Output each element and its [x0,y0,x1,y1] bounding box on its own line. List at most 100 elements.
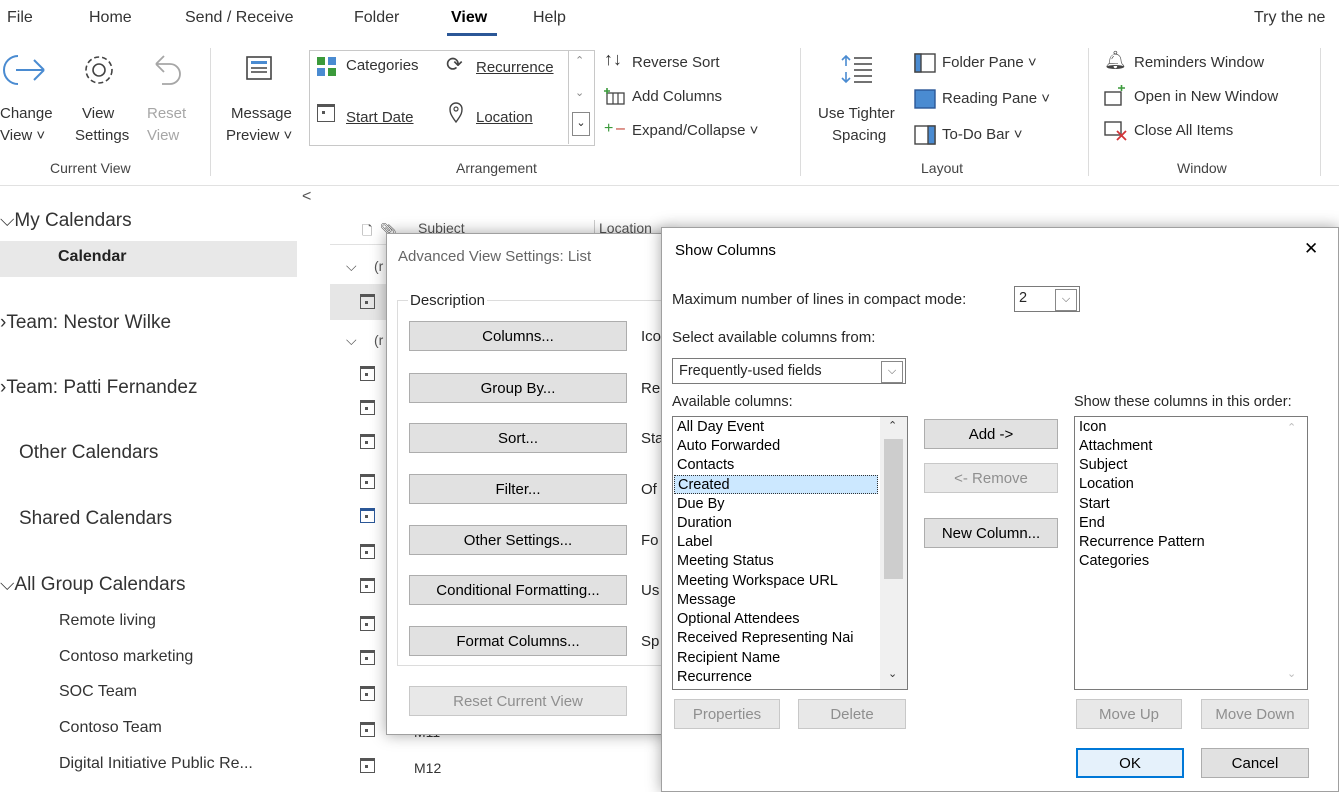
calendar-item-selected[interactable]: Calendar [0,241,297,277]
reset-current-view-button[interactable]: Reset Current View [409,686,627,716]
gallery-up-icon[interactable]: ⌃ [575,54,584,67]
group-calendar-item[interactable]: Contoso Team [59,719,162,737]
try-new-outlook-toggle[interactable]: Try the ne [1254,9,1325,27]
list-item[interactable]: Icon [1079,418,1106,437]
new-column-button[interactable]: New Column... [924,518,1058,548]
add-column-button[interactable]: Add -> [924,419,1058,449]
cancel-button[interactable]: Cancel [1201,748,1309,778]
view-settings-button[interactable]: View Settings [70,40,136,152]
group-calendar-item[interactable]: SOC Team [59,683,137,701]
calendar-item-icon [360,434,375,449]
available-scrollbar[interactable]: ⌃ ⌄ [880,417,907,689]
tighter-spacing-label: Use Tighter [818,105,895,122]
message-preview-label-2: Preview ˅ [226,127,293,144]
select-from-dropdown[interactable]: Frequently-used fields ⌵ [672,358,906,384]
my-calendars-label: My Calendars [14,210,132,231]
expand-collapse-label: Expand/Collapse ˅ [632,122,759,139]
show-columns-title: Show Columns [675,242,776,259]
available-columns-list[interactable]: All Day Event Auto Forwarded Contacts Cr… [672,416,908,690]
chevron-down-icon: ⌵ [0,574,15,595]
shared-calendars-header[interactable]: Shared Calendars [19,508,172,530]
group-calendar-item[interactable]: Contoso marketing [59,648,193,666]
max-lines-label: Maximum number of lines in compact mode: [672,291,967,308]
reading-pane-label: Reading Pane ˅ [942,90,1051,107]
scrollbar-thumb[interactable] [884,439,903,579]
list-item[interactable]: Due By [677,495,725,514]
menu-view[interactable]: View [451,9,487,27]
group-chevron-icon[interactable]: ⌵ [346,258,357,275]
list-item[interactable]: Meeting Status [677,552,774,571]
scroll-down-icon[interactable]: ⌄ [888,667,897,680]
list-item[interactable]: Optional Attendees [677,610,800,629]
menu-home[interactable]: Home [89,9,132,27]
all-group-calendars-header[interactable]: ⌵All Group Calendars [0,574,186,596]
menu-help[interactable]: Help [533,9,566,27]
layout-group-label: Layout [921,160,964,176]
list-item[interactable]: Message [677,591,736,610]
group-calendar-item[interactable]: Digital Initiative Public Re... [59,755,253,773]
list-item[interactable]: Label [677,533,712,552]
list-item-subject[interactable]: M12 [414,760,441,776]
reset-view-button[interactable]: Reset View [138,40,198,152]
list-item[interactable]: Duration [677,514,732,533]
properties-button[interactable]: Properties [674,699,780,729]
list-item[interactable]: Contacts [677,456,734,475]
max-lines-select[interactable]: 2 ⌵ [1014,286,1080,312]
gallery-more-icon[interactable]: ⌄ [572,112,590,136]
menu-file[interactable]: File [7,9,33,27]
list-item[interactable]: Attachment [1079,437,1152,456]
other-calendars-header[interactable]: Other Calendars [19,442,158,464]
team-patti-header[interactable]: ›Team: Patti Fernandez [0,377,197,399]
team-nestor-header[interactable]: ›Team: Nestor Wilke [0,312,171,334]
column-order-label: Show these columns in this order: [1074,394,1292,410]
list-item[interactable]: Categories [1079,552,1149,571]
tighter-spacing-button[interactable]: Use Tighter Spacing [812,40,908,152]
list-item[interactable]: Meeting Workspace URL [677,572,838,591]
columns-button[interactable]: Columns... [409,321,627,351]
close-icon[interactable]: ✕ [1304,239,1318,259]
delete-button[interactable]: Delete [798,699,906,729]
select-from-label: Select available columns from: [672,329,876,346]
remove-column-button[interactable]: <- Remove [924,463,1058,493]
group-chevron-icon[interactable]: ⌵ [346,332,357,349]
ok-button[interactable]: OK [1076,748,1184,778]
conditional-formatting-button[interactable]: Conditional Formatting... [409,575,627,605]
select-from-value: Frequently-used fields [679,363,822,379]
column-order-list[interactable]: Icon Attachment Subject Location Start E… [1074,416,1308,690]
move-up-button[interactable]: Move Up [1076,699,1182,729]
list-item[interactable]: Auto Forwarded [677,437,780,456]
format-columns-button[interactable]: Format Columns... [409,626,627,656]
chevron-down-icon[interactable]: ⌵ [881,361,903,383]
change-view-button[interactable]: Change View ˅ [0,40,70,152]
my-calendars-header[interactable]: ⌵My Calendars [0,210,132,232]
icon-column-header-icon[interactable]: 🗋 [362,222,372,244]
menu-send-receive[interactable]: Send / Receive [185,9,294,27]
list-item[interactable]: Subject [1079,456,1127,475]
list-item[interactable]: Recurrence [677,668,752,687]
list-item[interactable]: Recurrence Pattern [1079,533,1205,552]
group-calendar-item[interactable]: Remote living [59,612,156,630]
list-item[interactable]: Location [1079,475,1134,494]
list-item[interactable]: All Day Event [677,418,764,437]
list-item[interactable]: End [1079,514,1105,533]
list-item-selected[interactable]: Created [674,475,878,494]
reverse-sort-label: Reverse Sort [632,54,720,71]
tighter-spacing-label-2: Spacing [832,127,887,144]
list-item[interactable]: Start [1079,495,1110,514]
other-settings-button[interactable]: Other Settings... [409,525,627,555]
chevron-down-icon[interactable]: ⌵ [1055,289,1077,311]
message-preview-button[interactable]: Message Preview ˅ [222,40,304,152]
list-item[interactable]: Recipient Name [677,649,780,668]
group-by-button[interactable]: Group By... [409,373,627,403]
open-new-window-icon [1104,85,1125,106]
scroll-up-icon[interactable]: ⌃ [888,419,897,432]
menu-folder[interactable]: Folder [354,9,399,27]
gallery-scroll[interactable]: ⌃ ⌄ ⌄ [568,50,593,144]
filter-button[interactable]: Filter... [409,474,627,504]
change-view-label: Change [0,105,53,122]
collapse-folder-pane-icon[interactable]: < [302,188,311,206]
list-item[interactable]: Received Representing Nai [677,629,854,648]
move-down-button[interactable]: Move Down [1201,699,1309,729]
gallery-down-icon[interactable]: ⌄ [575,86,584,99]
sort-button[interactable]: Sort... [409,423,627,453]
